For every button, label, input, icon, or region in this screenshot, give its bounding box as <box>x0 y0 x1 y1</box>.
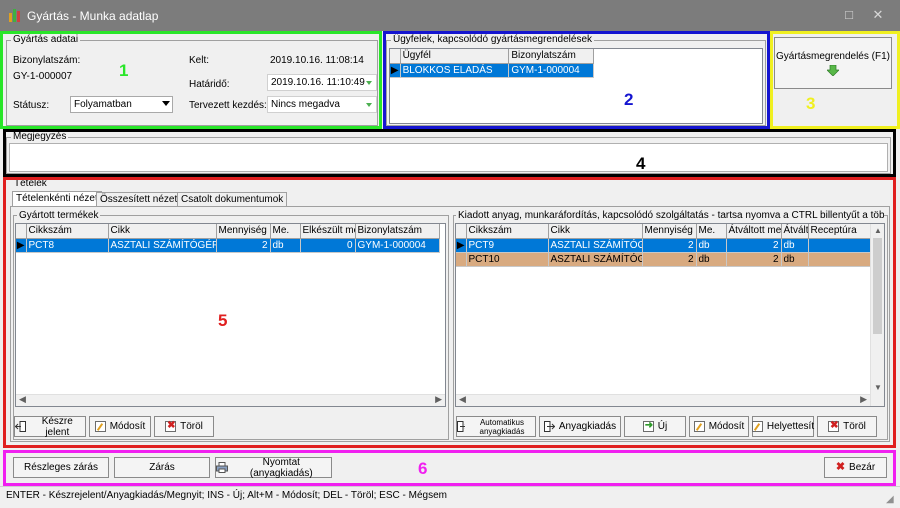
window-title: Gyártás - Munka adatlap <box>27 9 159 23</box>
annotation-box-2 <box>383 31 770 129</box>
annotation-box-3 <box>770 31 900 129</box>
status-bar-text: ENTER - Készrejelent/Anyagkiadás/Megnyit… <box>6 490 447 501</box>
annotation-label-2: 2 <box>624 90 634 109</box>
maximize-icon[interactable]: □ <box>839 7 859 23</box>
app-icon <box>9 9 23 22</box>
annotation-label-5: 5 <box>218 311 228 330</box>
resize-grip-icon[interactable]: ◢ <box>886 494 894 505</box>
annotation-box-6 <box>3 450 896 486</box>
annotation-label-6: 6 <box>418 459 428 478</box>
status-bar: ENTER - Készrejelent/Anyagkiadás/Megnyit… <box>0 486 900 508</box>
annotation-label-1: 1 <box>119 61 129 80</box>
annotation-label-4: 4 <box>636 154 646 173</box>
annotation-box-5 <box>3 177 896 448</box>
annotation-box-1 <box>0 31 382 129</box>
annotation-label-3: 3 <box>806 94 816 113</box>
close-icon[interactable]: ✕ <box>868 7 888 23</box>
annotation-box-4 <box>3 129 896 177</box>
title-bar: Gyártás - Munka adatlap □ ✕ <box>0 0 900 31</box>
